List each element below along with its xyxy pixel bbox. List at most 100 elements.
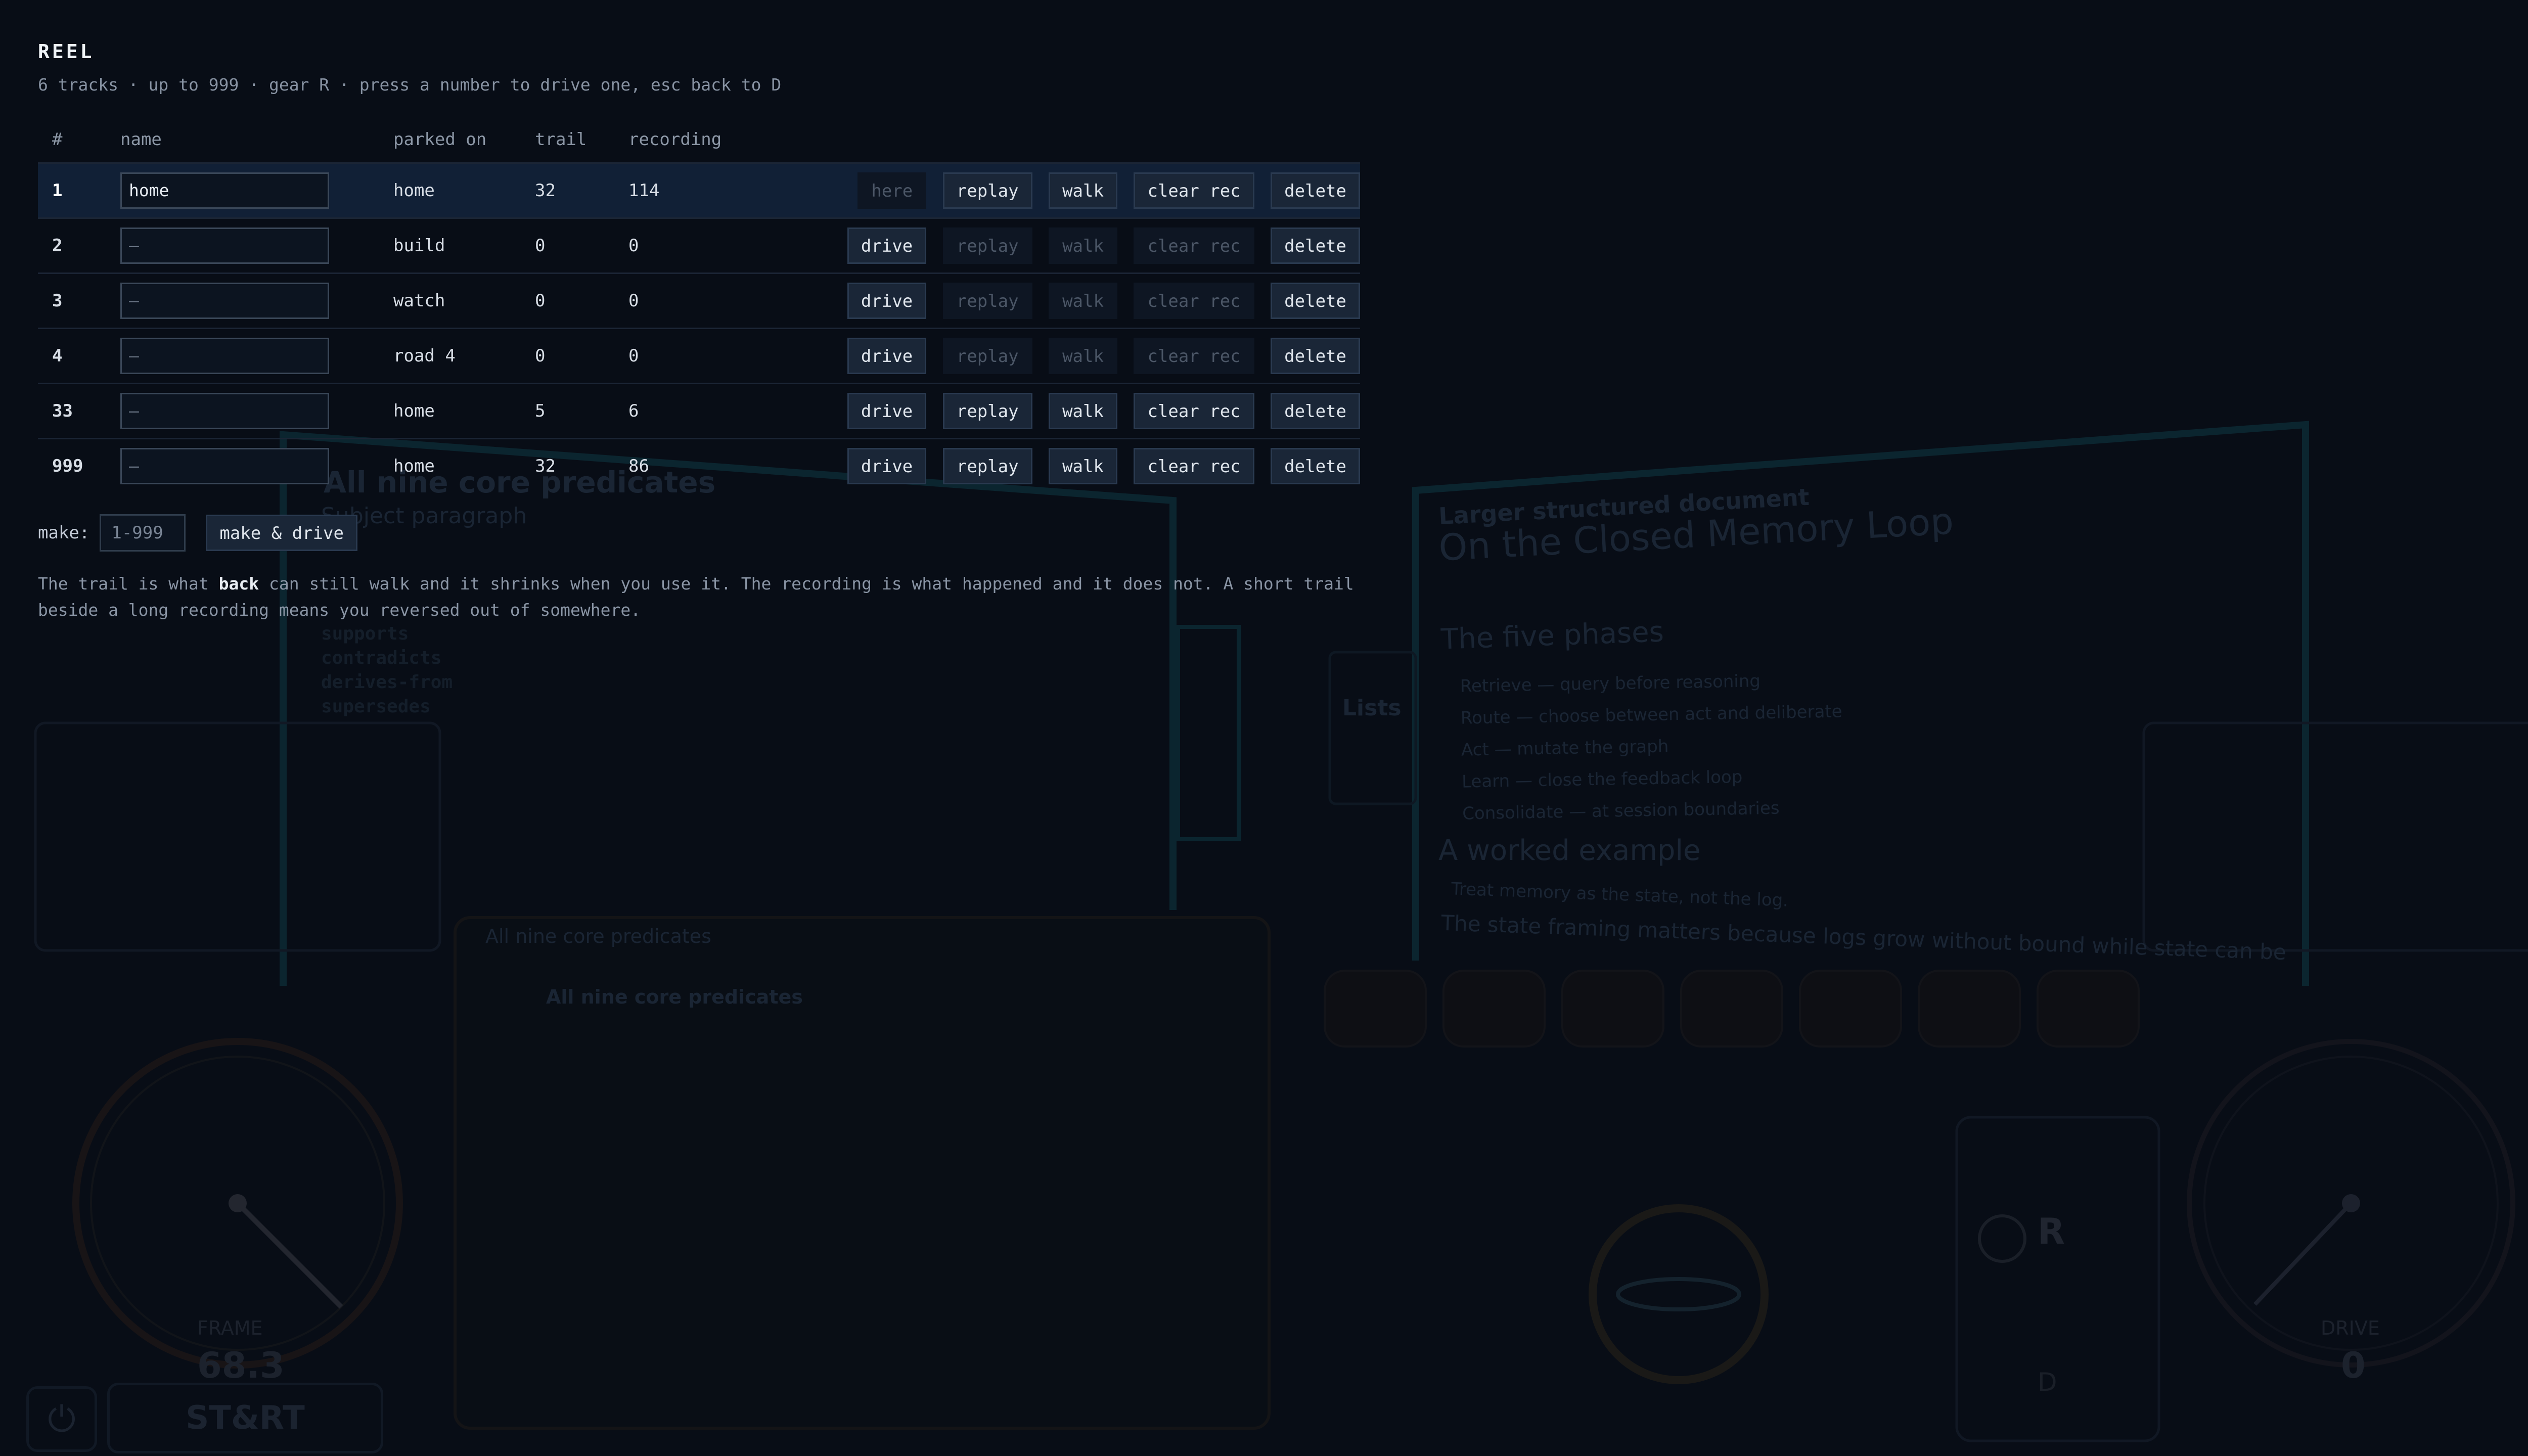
- track-recording: 0: [614, 217, 766, 274]
- bg-lists-label: Lists: [1342, 695, 1402, 721]
- delete-button[interactable]: delete: [1271, 283, 1360, 319]
- overlay-title: REEL: [38, 40, 95, 63]
- bg-doc-heading-example: A worked example: [1438, 834, 1701, 867]
- track-recording: 6: [614, 383, 766, 439]
- make-label: make:: [38, 523, 90, 543]
- bg-panel-title: All nine core predicates: [485, 925, 711, 947]
- steering-wheel: [1589, 1204, 2026, 1384]
- drive-button[interactable]: drive: [847, 393, 927, 429]
- clear-rec-button[interactable]: clear rec: [1134, 393, 1254, 429]
- walk-button: walk: [1049, 228, 1117, 264]
- track-trail: 0: [521, 328, 614, 384]
- left-gauge-value: 68.3: [197, 1345, 285, 1386]
- clear-rec-button: clear rec: [1134, 338, 1254, 374]
- clear-rec-button[interactable]: clear rec: [1134, 172, 1254, 209]
- column-header-trail: trail: [535, 129, 587, 150]
- column-header-name: name: [120, 129, 162, 150]
- make-number-input[interactable]: 1-999: [100, 514, 186, 552]
- table-row: 33 – home 5 6 drive replay walk clear re…: [38, 383, 1360, 439]
- clear-rec-button: clear rec: [1134, 228, 1254, 264]
- right-gauge-value: 0: [2341, 1345, 2366, 1386]
- start-button: ST&RT: [107, 1383, 383, 1453]
- replay-button[interactable]: replay: [942, 448, 1032, 484]
- here-button: here: [857, 172, 927, 209]
- column-header-num: #: [52, 129, 63, 150]
- drive-button[interactable]: drive: [847, 448, 927, 484]
- bg-pred-list: supports contradicts derives-from supers…: [321, 623, 453, 717]
- track-parked-on: home: [379, 383, 521, 439]
- track-number[interactable]: 33: [38, 383, 106, 439]
- table-row: 3 – watch 0 0 drive replay walk clear re…: [38, 272, 1360, 329]
- gear-indicator-d: D: [2038, 1368, 2057, 1397]
- track-number[interactable]: 3: [38, 272, 106, 329]
- delete-button[interactable]: delete: [1271, 228, 1360, 264]
- track-recording: 0: [614, 272, 766, 329]
- power-button: ⏻: [26, 1386, 97, 1452]
- walk-button[interactable]: walk: [1049, 393, 1117, 429]
- track-parked-on: home: [379, 438, 521, 493]
- delete-button[interactable]: delete: [1271, 393, 1360, 429]
- help-note: The trail is what back can still walk an…: [38, 574, 1354, 620]
- drive-button[interactable]: drive: [847, 283, 927, 319]
- bg-panel-heading: All nine core predicates: [546, 986, 803, 1008]
- left-gauge-label: FRAME: [197, 1317, 263, 1339]
- track-name-input[interactable]: home: [120, 172, 329, 209]
- track-trail: 0: [521, 272, 614, 329]
- table-row: 2 – build 0 0 drive replay walk clear re…: [38, 217, 1360, 274]
- drive-button[interactable]: drive: [847, 338, 927, 374]
- replay-button: replay: [942, 283, 1032, 319]
- replay-button[interactable]: replay: [942, 172, 1032, 209]
- left-gauge: [72, 1038, 403, 1369]
- track-parked-on: watch: [379, 272, 521, 329]
- table-row: 1 home home 32 114 here replay walk clea…: [38, 162, 1360, 218]
- table-row: 999 – home 32 86 drive replay walk clear…: [38, 438, 1360, 493]
- delete-button[interactable]: delete: [1271, 338, 1360, 374]
- bg-doc-phases: Retrieve — query before reasoning Route …: [1460, 671, 1843, 824]
- track-name-input[interactable]: –: [120, 393, 329, 429]
- replay-button: replay: [942, 338, 1032, 374]
- walk-button: walk: [1049, 283, 1117, 319]
- make-track-row: make: 1-999 make & drive: [38, 514, 1360, 552]
- track-number[interactable]: 4: [38, 328, 106, 384]
- track-number[interactable]: 999: [38, 438, 106, 493]
- track-parked-on: build: [379, 217, 521, 274]
- reel-overlay: REEL 6 tracks · up to 999 · gear R · pre…: [38, 30, 1360, 623]
- track-name-input[interactable]: –: [120, 283, 329, 319]
- column-header-recording: recording: [628, 129, 722, 150]
- column-header-actions: [766, 117, 1360, 163]
- walk-button[interactable]: walk: [1049, 448, 1117, 484]
- drive-button[interactable]: drive: [847, 228, 927, 264]
- track-number[interactable]: 2: [38, 217, 106, 274]
- overlay-subtitle: 6 tracks · up to 999 · gear R · press a …: [38, 75, 782, 95]
- track-trail: 32: [521, 162, 614, 218]
- track-trail: 32: [521, 438, 614, 493]
- table-row: 4 – road 4 0 0 drive replay walk clear r…: [38, 328, 1360, 384]
- clear-rec-button[interactable]: clear rec: [1134, 448, 1254, 484]
- track-number[interactable]: 1: [38, 162, 106, 218]
- table-header-row: # name parked on trail recording: [38, 117, 1360, 163]
- track-parked-on: road 4: [379, 328, 521, 384]
- make-and-drive-button[interactable]: make & drive: [206, 515, 357, 551]
- track-name-input[interactable]: –: [120, 228, 329, 264]
- right-gauge-label: DRIVE: [2321, 1317, 2380, 1339]
- tracks-table: # name parked on trail recording 1 home …: [38, 117, 1360, 493]
- track-name-input[interactable]: –: [120, 448, 329, 484]
- track-recording: 114: [614, 162, 766, 218]
- track-trail: 0: [521, 217, 614, 274]
- column-header-parked: parked on: [393, 129, 487, 150]
- replay-button[interactable]: replay: [942, 393, 1032, 429]
- walk-button[interactable]: walk: [1049, 172, 1117, 209]
- track-recording: 86: [614, 438, 766, 493]
- track-parked-on: home: [379, 162, 521, 218]
- track-trail: 5: [521, 383, 614, 439]
- replay-button: replay: [942, 228, 1032, 264]
- delete-button[interactable]: delete: [1271, 448, 1360, 484]
- right-gauge: [2187, 1039, 2515, 1368]
- track-name-input[interactable]: –: [120, 338, 329, 374]
- power-icon: ⏻: [48, 1398, 76, 1440]
- track-recording: 0: [614, 328, 766, 384]
- clear-rec-button: clear rec: [1134, 283, 1254, 319]
- gear-indicator: R: [2038, 1211, 2065, 1252]
- walk-button: walk: [1049, 338, 1117, 374]
- delete-button[interactable]: delete: [1271, 172, 1360, 209]
